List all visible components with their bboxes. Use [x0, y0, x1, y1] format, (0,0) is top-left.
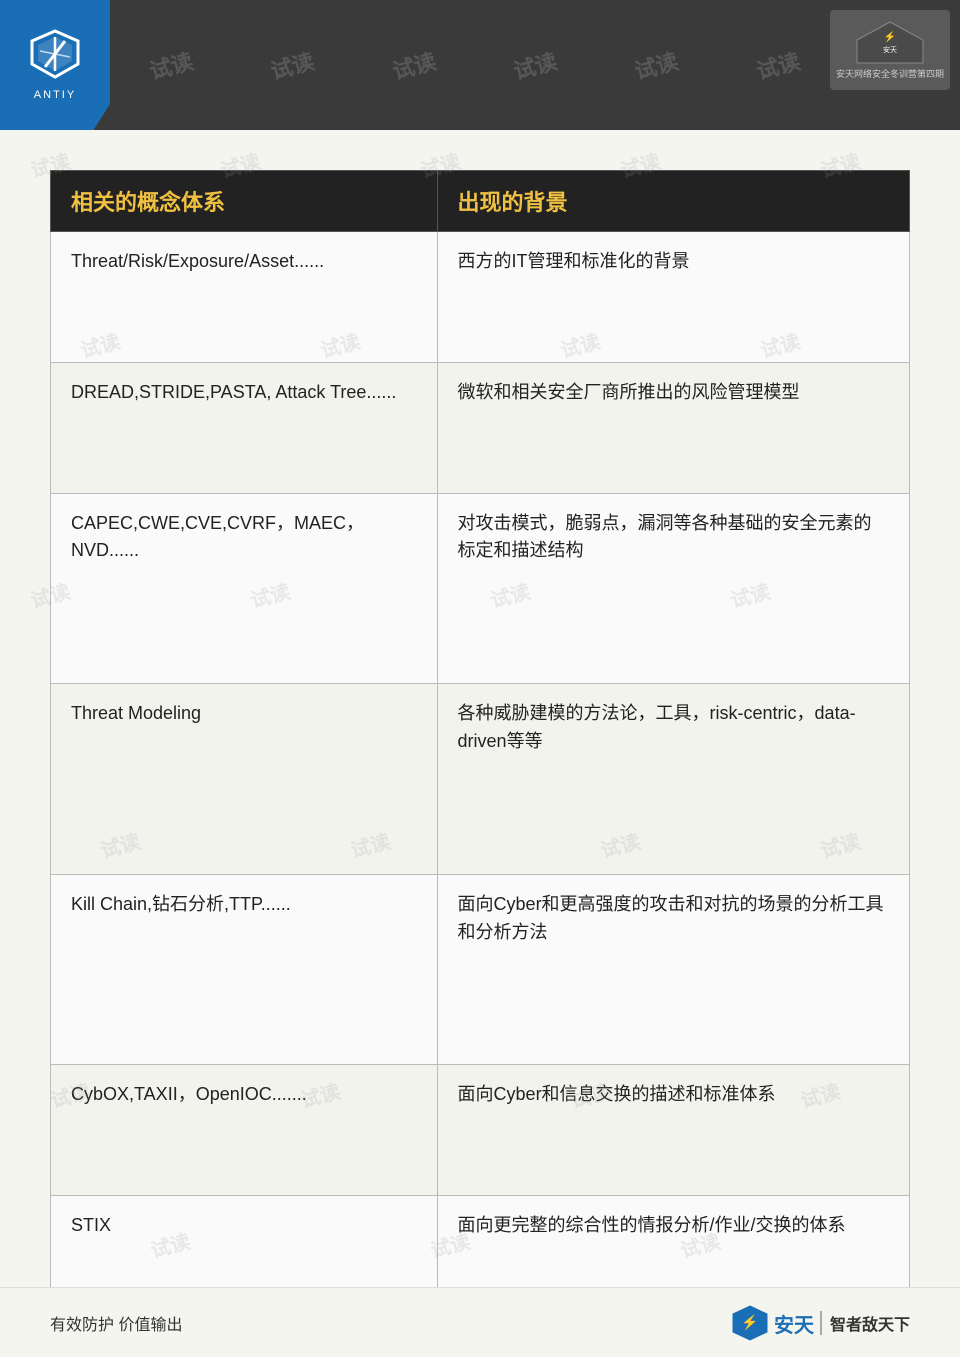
logo-icon	[30, 29, 80, 85]
header-brand-right: ⚡ 安天 安天网络安全冬训营第四期	[830, 10, 950, 90]
table-row: DREAD,STRIDE,PASTA, Attack Tree......微软和…	[51, 362, 910, 493]
table-row: Kill Chain,钻石分析,TTP......面向Cyber和更高强度的攻击…	[51, 874, 910, 1065]
concept-cell-1: DREAD,STRIDE,PASTA, Attack Tree......	[51, 362, 438, 493]
table-row: Threat/Risk/Exposure/Asset......西方的IT管理和…	[51, 232, 910, 363]
logo-text: ANTIY	[34, 89, 76, 101]
footer-brand-name: 安天	[774, 1307, 814, 1339]
background-cell-4: 面向Cyber和更高强度的攻击和对抗的场景的分析工具和分析方法	[437, 874, 909, 1065]
table-row: CybOX,TAXII，OpenIOC.......面向Cyber和信息交换的描…	[51, 1065, 910, 1196]
svg-text:⚡: ⚡	[884, 30, 896, 43]
watermark-4: 试读	[510, 44, 561, 86]
watermark-3: 试读	[388, 44, 439, 86]
table-row: CAPEC,CWE,CVE,CVRF，MAEC，NVD......对攻击模式，脆…	[51, 493, 910, 684]
header-brand-sub-text: 安天网络安全冬训营第四期	[836, 67, 944, 80]
concept-cell-5: CybOX,TAXII，OpenIOC.......	[51, 1065, 438, 1196]
background-cell-5: 面向Cyber和信息交换的描述和标准体系	[437, 1065, 909, 1196]
concept-cell-0: Threat/Risk/Exposure/Asset......	[51, 232, 438, 363]
col1-header: 相关的概念体系	[51, 171, 438, 232]
footer-antiy-icon: 安天	[774, 1315, 814, 1337]
concept-cell-3: Threat Modeling	[51, 684, 438, 875]
footer-logo-icon: ⚡	[732, 1305, 768, 1341]
watermark-6: 试读	[752, 44, 803, 86]
svg-text:安天: 安天	[883, 45, 897, 54]
footer-tagline: 有效防护 价值输出	[50, 1311, 182, 1335]
background-cell-3: 各种威胁建模的方法论，工具，risk-centric，data-driven等等	[437, 684, 909, 875]
watermark-1: 试读	[145, 44, 196, 86]
background-cell-1: 微软和相关安全厂商所推出的风险管理模型	[437, 362, 909, 493]
main-content: 相关的概念体系 出现的背景 Threat/Risk/Exposure/Asset…	[0, 130, 960, 1357]
header: ANTIY 试读 试读 试读 试读 试读 试读 试读 ⚡ 安天 安天网络安全冬训…	[0, 0, 960, 130]
background-cell-2: 对攻击模式，脆弱点，漏洞等各种基础的安全元素的标定和描述结构	[437, 493, 909, 684]
concept-cell-4: Kill Chain,钻石分析,TTP......	[51, 874, 438, 1065]
background-cell-0: 西方的IT管理和标准化的背景	[437, 232, 909, 363]
logo-box: ANTIY	[0, 0, 110, 130]
table-row: Threat Modeling各种威胁建模的方法论，工具，risk-centri…	[51, 684, 910, 875]
concept-cell-2: CAPEC,CWE,CVE,CVRF，MAEC，NVD......	[51, 493, 438, 684]
watermark-5: 试读	[631, 44, 682, 86]
watermark-2: 试读	[267, 44, 318, 86]
footer-brand-sub: 智者敌天下	[820, 1311, 910, 1335]
svg-text:⚡: ⚡	[741, 1314, 758, 1331]
footer: 有效防护 价值输出 ⚡ 安天 智者敌天下	[0, 1287, 960, 1357]
col2-header: 出现的背景	[437, 171, 909, 232]
footer-right: ⚡ 安天 智者敌天下	[732, 1305, 910, 1341]
concept-table: 相关的概念体系 出现的背景 Threat/Risk/Exposure/Asset…	[50, 170, 910, 1327]
